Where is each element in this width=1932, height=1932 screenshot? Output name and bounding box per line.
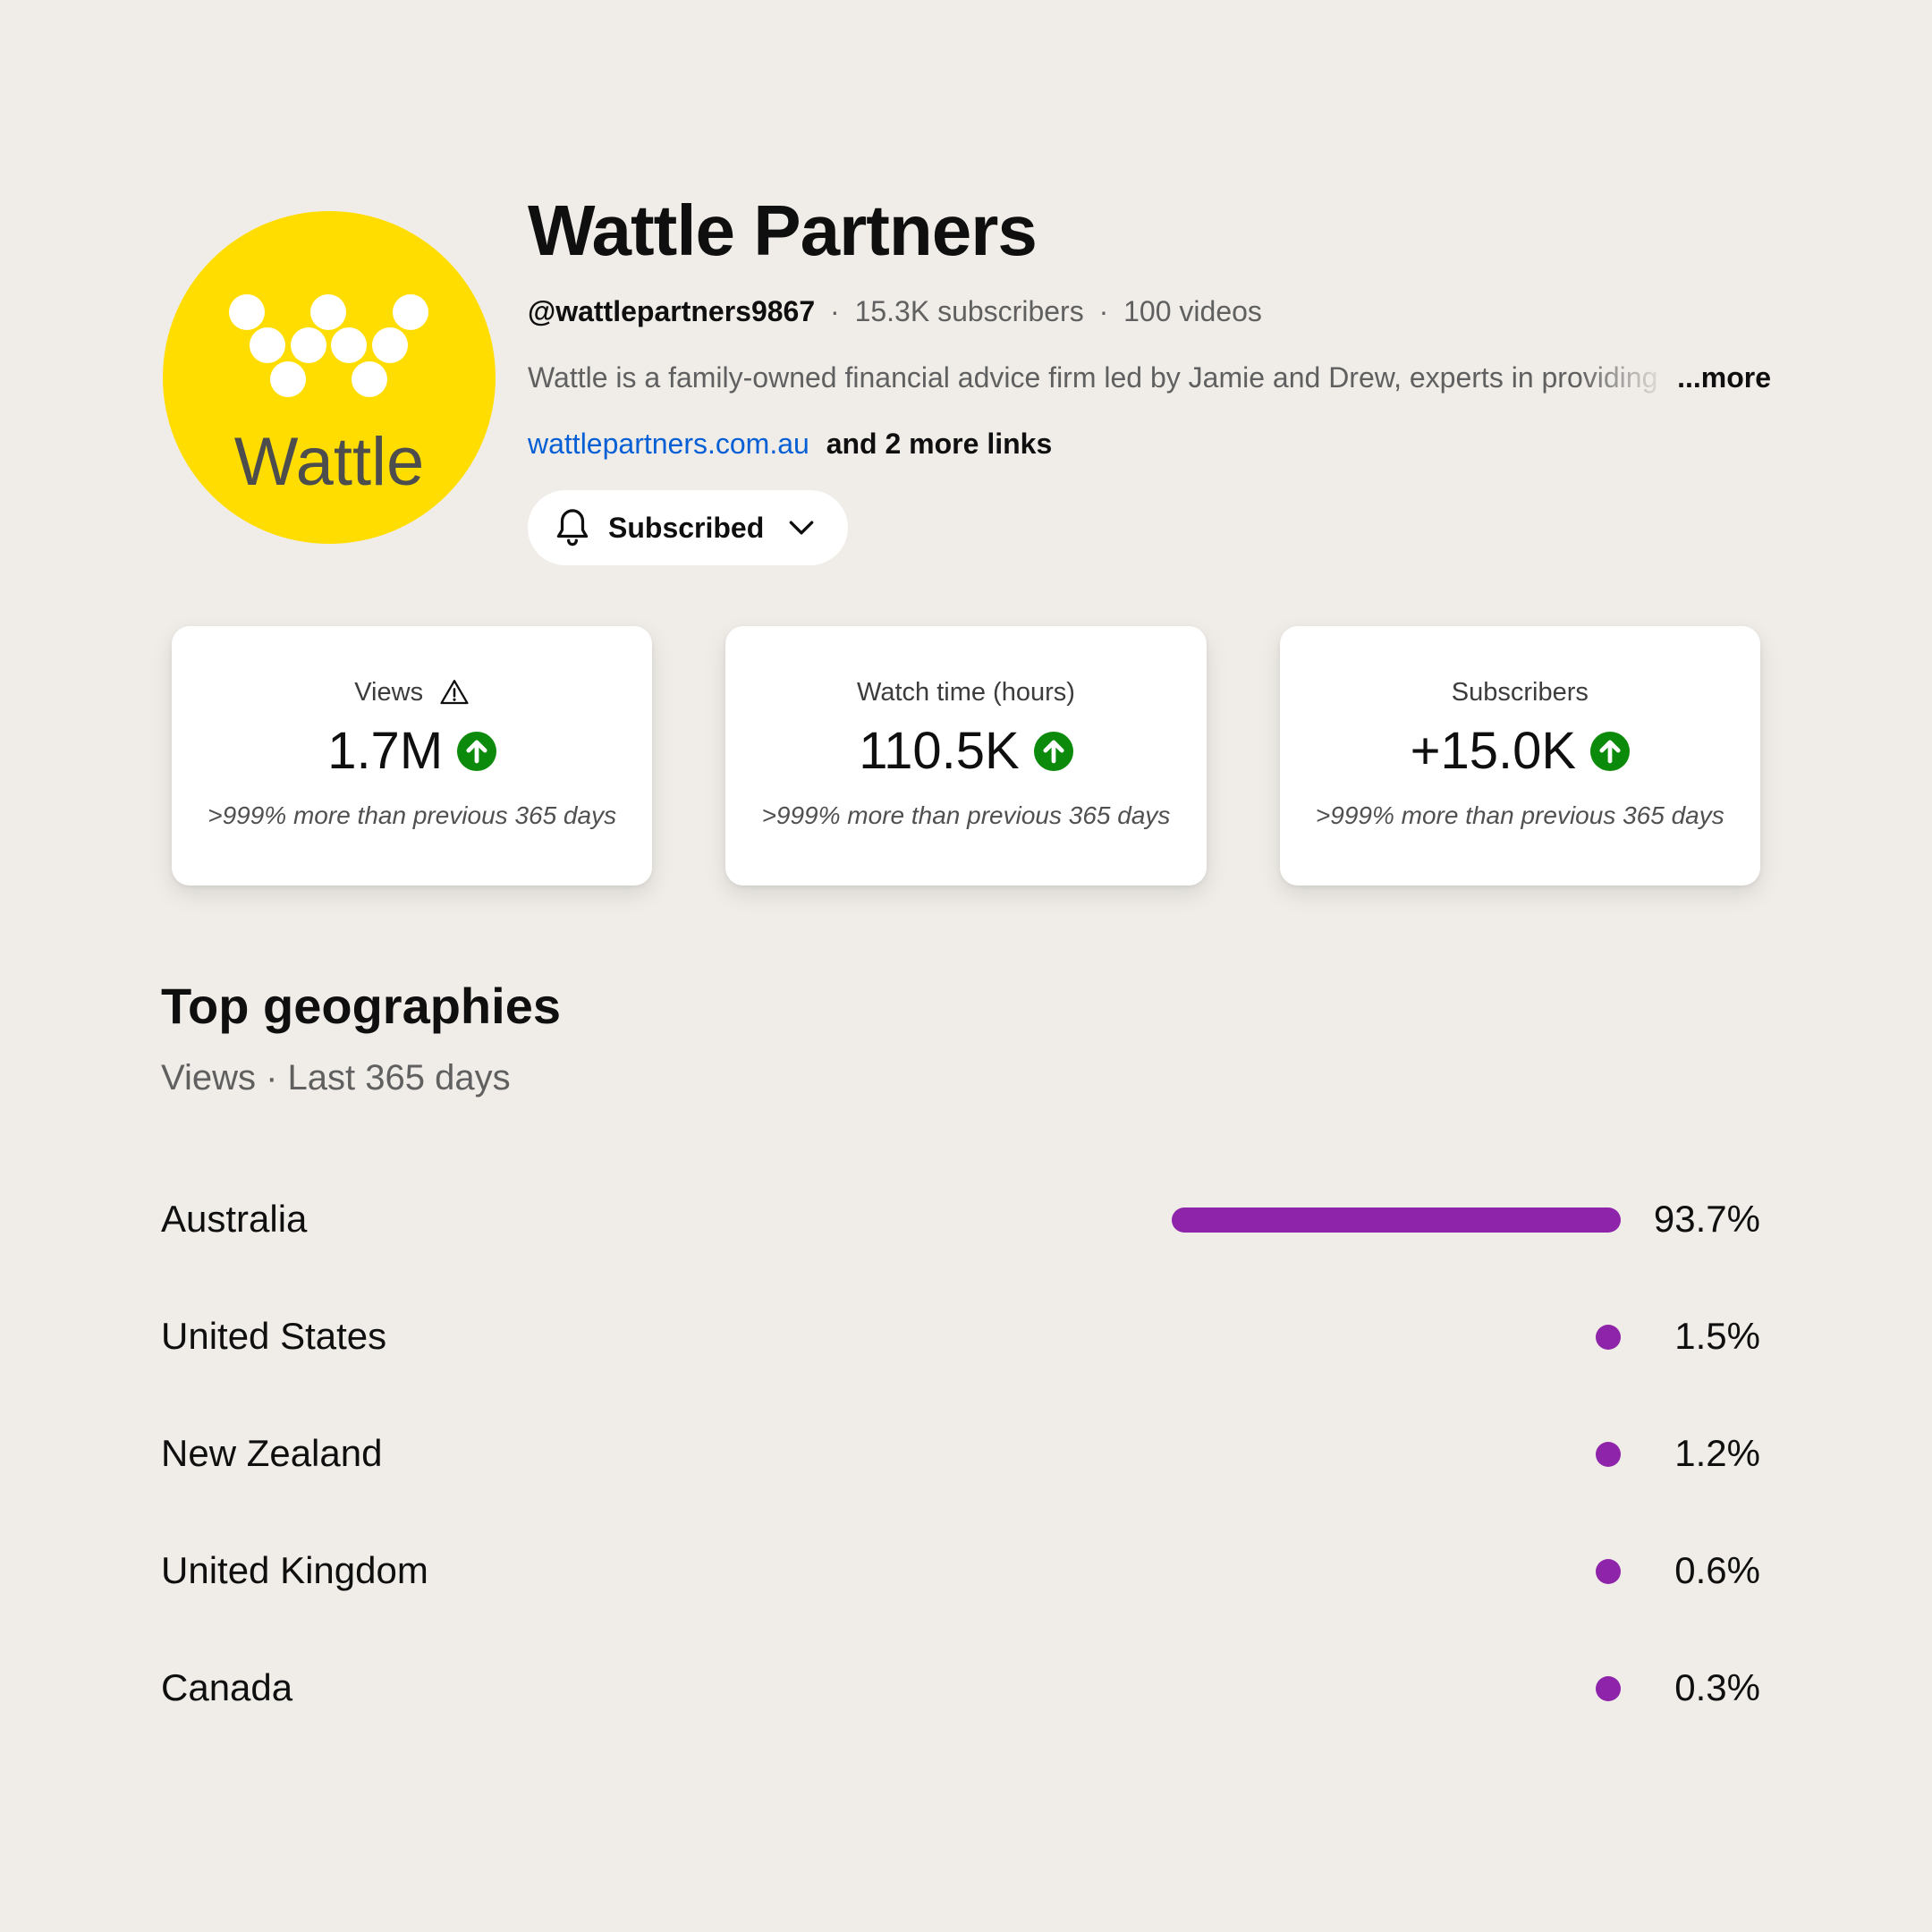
card-value-text: +15.0K: [1410, 722, 1577, 780]
share-percent: 93.7%: [1653, 1198, 1760, 1240]
channel-analytics-page: Wattle Wattle Partners @wattlepartners98…: [0, 0, 1932, 1932]
subscribed-button[interactable]: Subscribed: [528, 490, 849, 565]
top-geographies-subtitle: Views · Last 365 days: [161, 1058, 511, 1097]
more-button[interactable]: ...more: [1677, 360, 1771, 395]
channel-name: Wattle Partners: [528, 191, 1038, 270]
card-value-text: 110.5K: [859, 722, 1020, 780]
card-value-text: 1.7M: [327, 722, 444, 780]
channel-info: Wattle Partners @wattlepartners9867 · 15…: [528, 188, 1798, 565]
share-percent: 0.6%: [1674, 1549, 1760, 1591]
views-card[interactable]: Views 1.7M >999% more than previous 365 …: [172, 626, 653, 886]
geography-row[interactable]: United Kingdom 0.6%: [161, 1513, 1760, 1630]
card-comparison-note: >999% more than previous 365 days: [208, 801, 617, 829]
card-title-text: Subscribers: [1451, 678, 1589, 707]
share-percent: 0.3%: [1674, 1666, 1760, 1708]
card-value: 110.5K: [859, 721, 1073, 782]
watch-time-card[interactable]: Watch time (hours) 110.5K >999% more tha…: [725, 626, 1207, 886]
card-title: Subscribers: [1452, 676, 1589, 708]
metric-cards: Views 1.7M >999% more than previous 365 …: [172, 626, 1760, 886]
share-bar: [1596, 1442, 1621, 1467]
subscribers-card[interactable]: Subscribers +15.0K >999% more than previ…: [1279, 626, 1760, 886]
channel-handle[interactable]: @wattlepartners9867: [528, 295, 815, 327]
country-name: United Kingdom: [161, 1549, 428, 1591]
card-value: +15.0K: [1410, 721, 1631, 782]
geography-row[interactable]: New Zealand 1.2%: [161, 1395, 1760, 1513]
bell-icon: [556, 509, 589, 547]
warning-icon[interactable]: [439, 677, 470, 708]
top-geographies-title: Top geographies: [161, 978, 561, 1034]
geography-row[interactable]: United States 1.5%: [161, 1278, 1760, 1395]
geography-list: Australia 93.7% United States 1.5% New Z…: [161, 1161, 1760, 1747]
card-value: 1.7M: [327, 721, 497, 782]
share-percent: 1.5%: [1674, 1315, 1760, 1357]
channel-meta: @wattlepartners9867 · 15.3K subscribers …: [528, 293, 1798, 329]
meta-separator: ·: [1098, 295, 1109, 327]
avatar-wordmark: Wattle: [234, 424, 425, 500]
card-comparison-note: >999% more than previous 365 days: [761, 801, 1171, 829]
subscribed-label: Subscribed: [608, 511, 765, 544]
description-text: Wattle is a family-owned financial advic…: [528, 361, 1658, 394]
meta-separator: ·: [830, 295, 840, 327]
country-name: Canada: [161, 1666, 293, 1708]
geography-row[interactable]: Canada 0.3%: [161, 1630, 1760, 1747]
share-bar: [1596, 1676, 1621, 1701]
channel-avatar[interactable]: Wattle: [163, 211, 496, 544]
country-name: Australia: [161, 1198, 308, 1240]
card-title: Watch time (hours): [857, 676, 1075, 708]
share-percent: 1.2%: [1674, 1432, 1760, 1474]
card-title: Views: [354, 676, 470, 708]
arrow-up-circle-icon: [1590, 732, 1631, 771]
arrow-up-circle-icon: [457, 732, 497, 771]
arrow-up-circle-icon: [1033, 732, 1073, 771]
card-title-text: Watch time (hours): [857, 678, 1075, 707]
channel-links: wattlepartners.com.au and 2 more links: [528, 426, 1798, 462]
channel-description[interactable]: Wattle is a family-owned financial advic…: [528, 360, 1771, 395]
chevron-down-icon: [789, 521, 814, 535]
country-name: United States: [161, 1315, 387, 1357]
country-name: New Zealand: [161, 1432, 383, 1474]
card-title-text: Views: [354, 678, 424, 707]
more-links-button[interactable]: and 2 more links: [826, 428, 1053, 460]
share-bar: [1172, 1208, 1621, 1233]
share-bar: [1596, 1325, 1621, 1350]
card-comparison-note: >999% more than previous 365 days: [1315, 801, 1724, 829]
video-count: 100 videos: [1123, 295, 1262, 327]
website-link[interactable]: wattlepartners.com.au: [528, 428, 809, 460]
geography-row[interactable]: Australia 93.7%: [161, 1161, 1760, 1278]
subscriber-count: 15.3K subscribers: [854, 295, 1084, 327]
share-bar: [1596, 1559, 1621, 1584]
